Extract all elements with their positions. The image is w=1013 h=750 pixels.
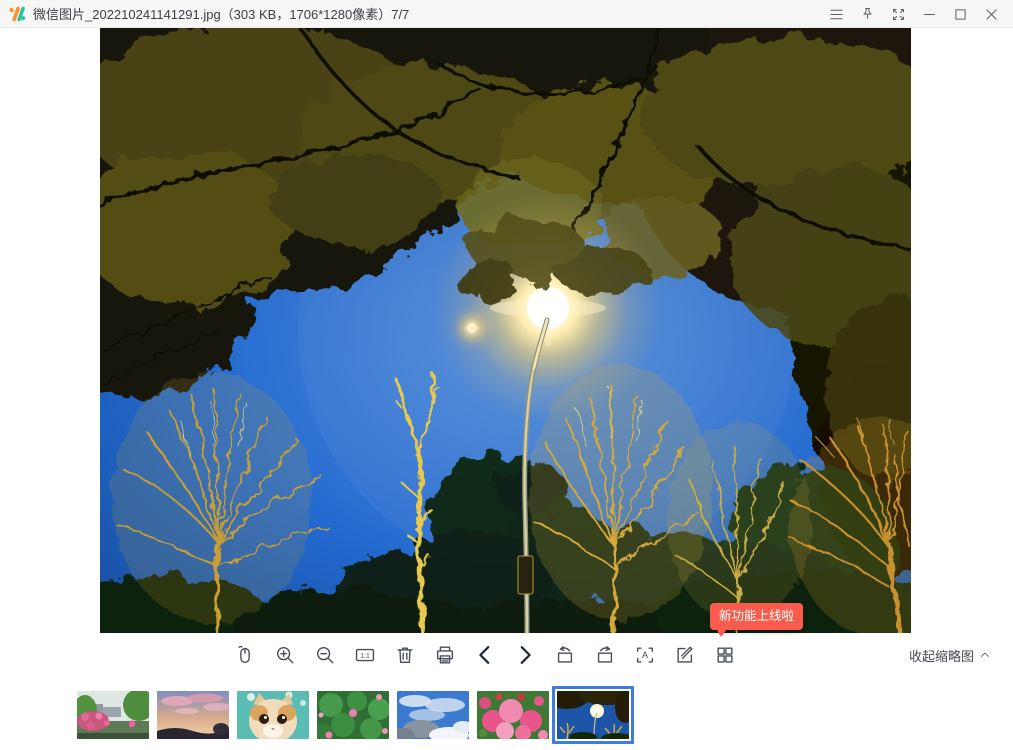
collapse-thumbnails-label: 收起缩略图 [909, 646, 974, 665]
main-photo[interactable] [100, 28, 911, 633]
next-image-button[interactable] [512, 642, 538, 668]
image-viewer-canvas [0, 28, 1013, 633]
chevron-left-icon [474, 644, 496, 666]
mouse-drag-button[interactable] [232, 642, 258, 668]
grid-icon [714, 644, 736, 666]
more-tools-button[interactable] [712, 642, 738, 668]
pin-icon[interactable] [852, 0, 883, 28]
thumbnail-strip [77, 691, 629, 739]
thumbnail-lotus-leaves[interactable] [317, 691, 389, 739]
app-logo-icon [8, 5, 26, 23]
pencil-square-icon [674, 644, 696, 666]
titlebar: 微信图片_202210241141291.jpg（303 KB，1706*128… [0, 0, 1013, 28]
printer-icon [434, 644, 456, 666]
new-feature-tooltip-text: 新功能上线啦 [719, 609, 794, 623]
magnifier-plus-icon [274, 644, 296, 666]
fullscreen-icon[interactable] [883, 0, 914, 28]
delete-button[interactable] [392, 642, 418, 668]
new-feature-tooltip: 新功能上线啦 [710, 603, 803, 630]
magnifier-minus-icon [314, 644, 336, 666]
window-title: 微信图片_202210241141291.jpg（303 KB，1706*128… [33, 4, 409, 23]
rotate-right-button[interactable] [592, 642, 618, 668]
trash-icon [394, 644, 416, 666]
actual-size-button[interactable]: 1:1 [352, 642, 378, 668]
thumbnail-night-streetlamp-current[interactable] [552, 686, 634, 744]
zoom-out-button[interactable] [312, 642, 338, 668]
toolbar-buttons: 1:1 [232, 642, 738, 668]
maximize-icon[interactable] [945, 0, 976, 28]
svg-text:1:1: 1:1 [360, 653, 370, 660]
rotate-left-icon [554, 644, 576, 666]
ocr-button[interactable]: A [632, 642, 658, 668]
zoom-in-button[interactable] [272, 642, 298, 668]
print-button[interactable] [432, 642, 458, 668]
bottom-toolbar: 1:1 [0, 633, 1013, 685]
ocr-brackets-a-icon: A [634, 644, 656, 666]
thumbnail-sunset-sky[interactable] [157, 691, 229, 739]
previous-image-button[interactable] [472, 642, 498, 668]
chevron-right-icon [514, 644, 536, 666]
one-to-one-icon: 1:1 [354, 644, 376, 666]
thumbnail-cat-face[interactable] [237, 691, 309, 739]
rotate-left-button[interactable] [552, 642, 578, 668]
menu-icon[interactable] [821, 0, 852, 28]
minimize-icon[interactable] [914, 0, 945, 28]
thumbnail-park-flowers[interactable] [77, 691, 149, 739]
close-icon[interactable] [976, 0, 1007, 28]
thumbnail-blue-sky-clouds[interactable] [397, 691, 469, 739]
svg-text:A: A [642, 650, 649, 660]
window-controls [821, 0, 1007, 28]
thumbnail-pink-roses[interactable] [477, 691, 549, 739]
rotate-right-icon [594, 644, 616, 666]
collapse-thumbnails-button[interactable]: 收起缩略图 [907, 642, 993, 668]
edit-button[interactable] [672, 642, 698, 668]
chevron-up-icon [979, 649, 991, 661]
mouse-icon [234, 644, 256, 666]
